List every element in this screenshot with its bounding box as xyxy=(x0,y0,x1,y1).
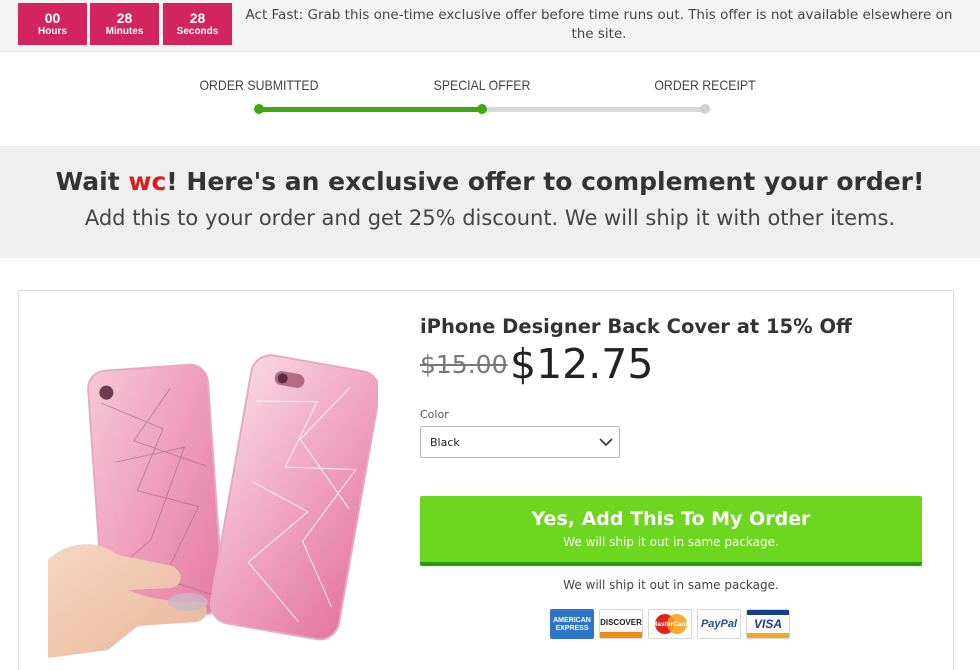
seconds-value: 28 xyxy=(189,10,206,26)
chevron-down-icon xyxy=(599,438,613,447)
minutes-value: 28 xyxy=(116,10,133,26)
hours-value: 00 xyxy=(44,10,61,26)
color-select-value: Black xyxy=(430,436,460,449)
offer-headline: Wait wc! Here's an exclusive offer to co… xyxy=(55,167,925,196)
product-title: iPhone Designer Back Cover at 15% Off xyxy=(420,315,852,338)
color-label: Color xyxy=(420,408,449,421)
hours-label: Hours xyxy=(38,26,67,37)
urgency-message: Act Fast: Grab this one-time exclusive o… xyxy=(245,7,953,42)
shipping-note: We will ship it out in same package. xyxy=(563,578,779,592)
product-image xyxy=(48,354,378,658)
amex-card-icon: AMERICAN EXPRESS xyxy=(550,609,594,639)
step-dot-done xyxy=(254,104,264,114)
add-to-order-sublabel: We will ship it out in same package. xyxy=(563,535,779,549)
offer-subtitle: Add this to your order and get 25% disco… xyxy=(84,206,896,230)
countdown-seconds: 28 Seconds xyxy=(163,3,232,45)
progress-track-pending xyxy=(482,107,706,112)
original-price: $15.00 xyxy=(420,350,508,379)
progress-track-complete xyxy=(259,107,482,112)
discover-card-icon: DISCOVER xyxy=(599,609,643,639)
seconds-label: Seconds xyxy=(176,26,219,37)
offer-headline-band: Wait wc! Here's an exclusive offer to co… xyxy=(0,146,980,258)
add-to-order-button[interactable]: Yes, Add This To My Order We will ship i… xyxy=(420,496,922,566)
add-to-order-label: Yes, Add This To My Order xyxy=(531,508,811,530)
color-select[interactable]: Black xyxy=(420,426,620,458)
mastercard-icon: MasterCard xyxy=(648,609,692,639)
step-order-submitted: ORDER SUBMITTED xyxy=(199,77,319,93)
step-dot-current xyxy=(477,104,487,114)
step-order-receipt: ORDER RECEIPT xyxy=(654,77,756,93)
visa-icon: VISA xyxy=(746,609,790,639)
paypal-icon: PayPal xyxy=(697,609,741,639)
countdown-hours: 00 Hours xyxy=(18,3,87,45)
sale-price: $12.75 xyxy=(510,340,654,388)
minutes-label: Minutes xyxy=(105,26,144,37)
countdown-minutes: 28 Minutes xyxy=(90,3,159,45)
step-special-offer: SPECIAL OFFER xyxy=(433,77,531,93)
countdown-bar: 00 Hours 28 Minutes 28 Seconds Act Fast:… xyxy=(0,0,980,52)
customer-name: wc xyxy=(128,167,167,196)
step-dot-pending xyxy=(700,104,710,114)
